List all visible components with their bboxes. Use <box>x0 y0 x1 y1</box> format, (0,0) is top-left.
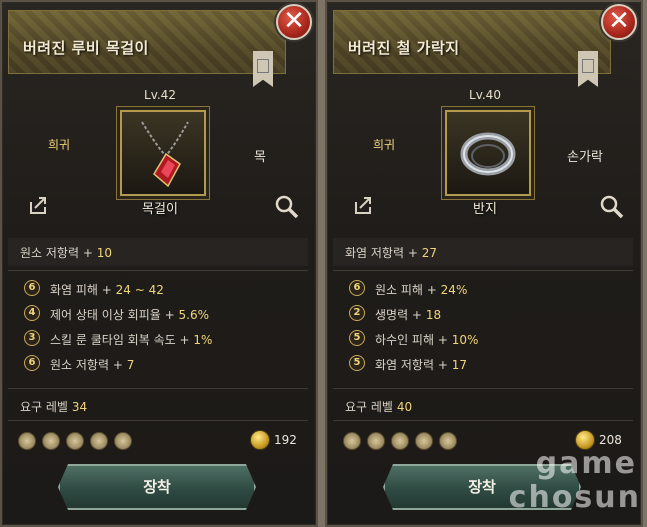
class-icon <box>90 432 108 450</box>
divider <box>333 388 633 389</box>
stat-line: 원소 피해 + 24% <box>375 283 468 297</box>
base-stat: 원소 저항력 + 10 <box>20 246 112 260</box>
stat-tier-badge: 5 <box>349 355 365 371</box>
watermark-line: game <box>535 446 637 481</box>
tooltip-header: 버려진 철 가락지 <box>333 10 611 87</box>
stat-line: 하수인 피해 + 10% <box>375 333 479 347</box>
stat-line: 스킬 룬 쿨타임 회복 속도 + 1% <box>50 333 213 347</box>
equip-button[interactable]: 장착 <box>58 464 256 510</box>
class-icon <box>66 432 84 450</box>
bookmark-ribbon-icon[interactable] <box>253 51 273 87</box>
item-rarity: 희귀 <box>48 138 71 152</box>
class-icon <box>114 432 132 450</box>
item-icon-frame <box>120 110 206 196</box>
class-icon <box>415 432 433 450</box>
stat-line: 화염 피해 + 24 ~ 42 <box>50 283 164 297</box>
divider <box>333 420 633 421</box>
item-level: Lv.42 <box>144 88 176 102</box>
close-button[interactable]: ✕ <box>276 4 312 40</box>
class-icon <box>439 432 457 450</box>
watermark-logo: game chosun <box>470 446 647 527</box>
stat-tier-badge: 6 <box>24 355 40 371</box>
tooltip-header: 버려진 루비 목걸이 <box>8 10 286 87</box>
item-icon-frame <box>445 110 531 196</box>
class-icon <box>18 432 36 450</box>
base-stat: 화염 저항력 + 27 <box>345 246 437 260</box>
stat-tier-badge: 6 <box>24 280 40 296</box>
ruby-necklace-icon <box>141 121 189 188</box>
required-level: 요구 레벨 40 <box>345 400 413 414</box>
divider <box>8 388 308 389</box>
item-slot: 목 <box>254 150 266 165</box>
item-level: Lv.40 <box>469 88 501 102</box>
close-button[interactable]: ✕ <box>601 4 637 40</box>
magnify-icon[interactable] <box>599 194 625 220</box>
item-title: 버려진 루비 목걸이 <box>23 39 149 57</box>
stat-line: 생명력 + 18 <box>375 308 442 322</box>
gold-value: 192 <box>274 433 297 447</box>
stat-tier-badge: 3 <box>24 330 40 346</box>
divider <box>8 270 308 271</box>
item-rarity: 희귀 <box>373 138 396 152</box>
stat-line: 화염 저항력 + 17 <box>375 358 467 372</box>
divider <box>8 420 308 421</box>
item-type: 반지 <box>473 202 497 217</box>
class-icon <box>42 432 60 450</box>
watermark-line: chosun <box>508 480 641 515</box>
item-tooltip-left: 버려진 루비 목걸이 ✕ Lv.42 희귀 목 목걸이 원소 저항력 + 10 … <box>0 0 318 527</box>
item-type: 목걸이 <box>142 202 178 217</box>
stat-tier-badge: 4 <box>24 305 40 321</box>
class-icon <box>343 432 361 450</box>
bookmark-ribbon-icon[interactable] <box>578 51 598 87</box>
item-title: 버려진 철 가락지 <box>348 39 460 57</box>
share-icon[interactable] <box>28 194 50 216</box>
stat-line: 제어 상태 이상 회피율 + 5.6% <box>50 308 209 322</box>
gold-value: 208 <box>599 433 622 447</box>
item-slot: 손가락 <box>567 150 603 165</box>
iron-ring-icon <box>460 132 516 176</box>
magnify-icon[interactable] <box>274 194 300 220</box>
divider <box>333 270 633 271</box>
gold-coin-icon <box>250 430 270 450</box>
stat-tier-badge: 2 <box>349 305 365 321</box>
required-level: 요구 레벨 34 <box>20 400 88 414</box>
class-icon <box>367 432 385 450</box>
stat-tier-badge: 5 <box>349 330 365 346</box>
class-icon <box>391 432 409 450</box>
stat-line: 원소 저항력 + 7 <box>50 358 135 372</box>
stat-tier-badge: 6 <box>349 280 365 296</box>
share-icon[interactable] <box>353 194 375 216</box>
